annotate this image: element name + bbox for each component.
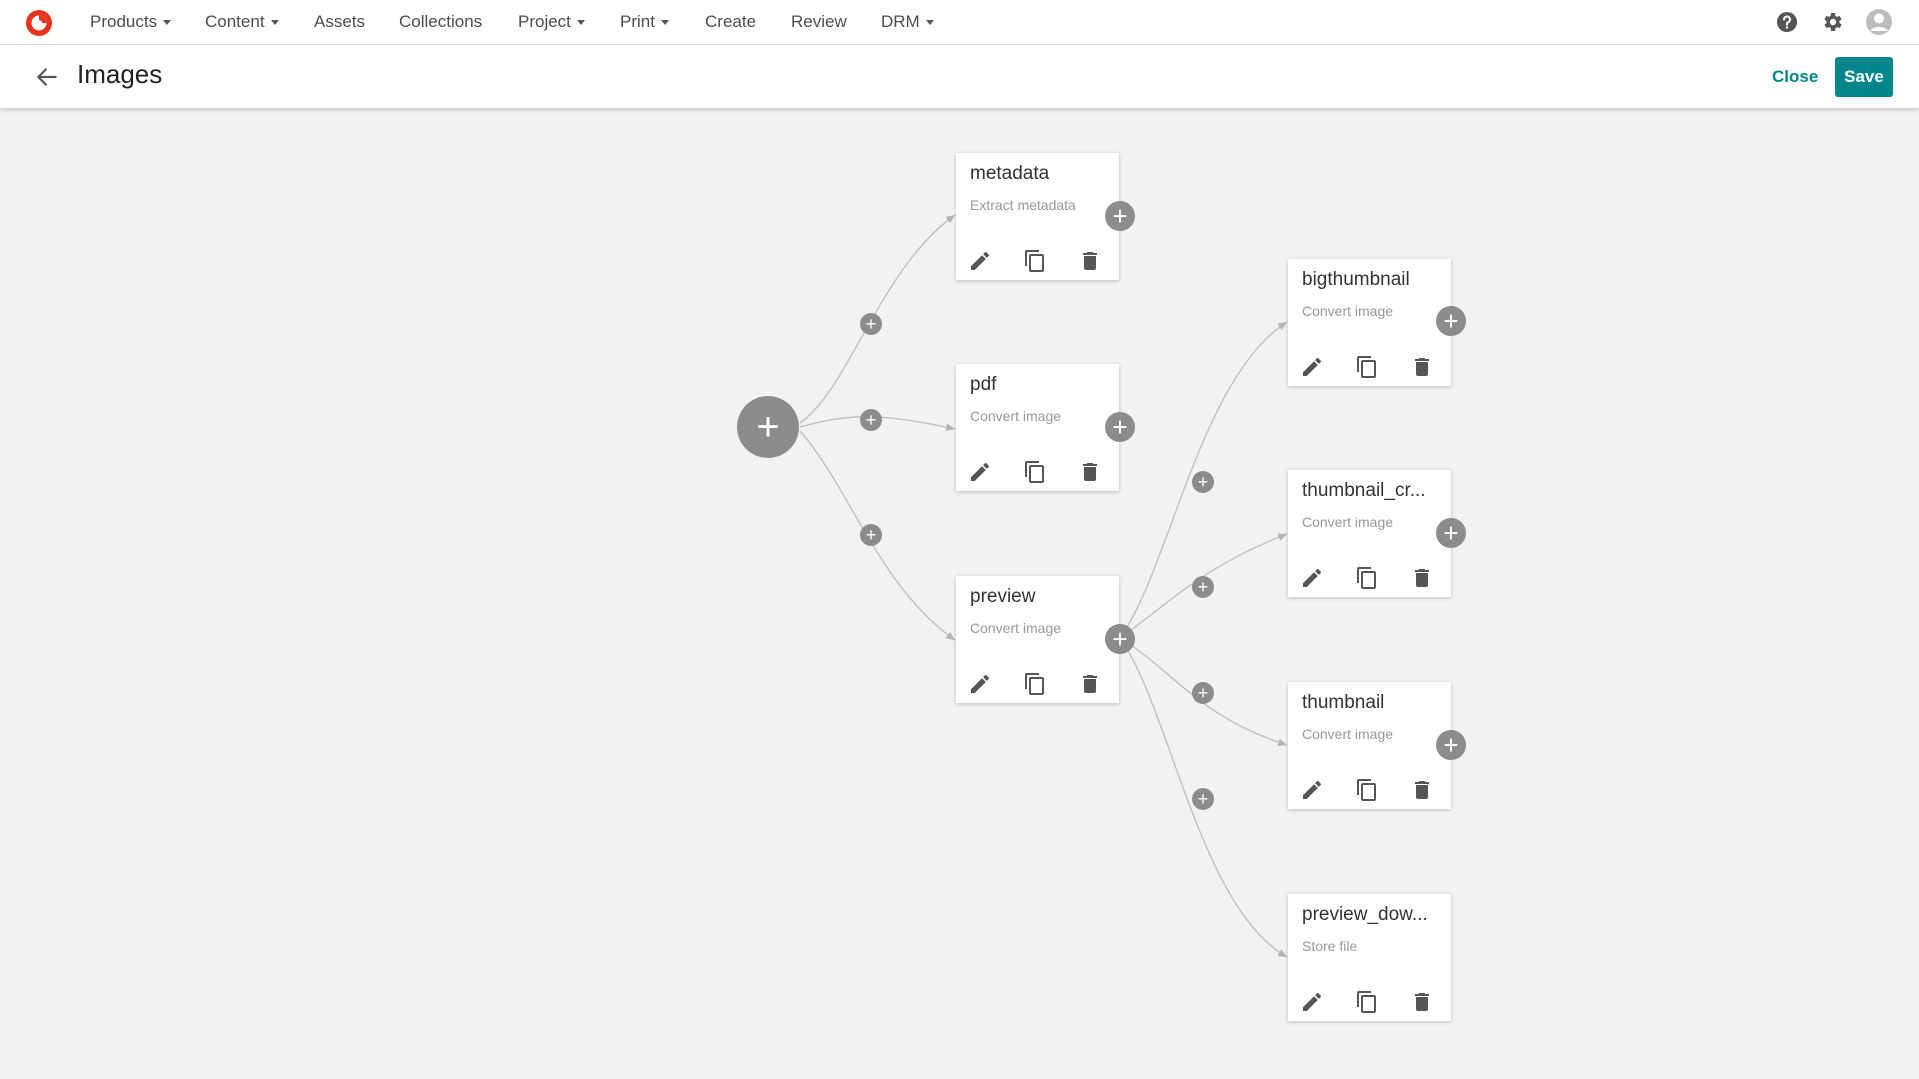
delete-icon[interactable]	[1410, 566, 1434, 590]
edit-icon[interactable]	[968, 460, 992, 484]
node-add-button[interactable]: +	[1436, 518, 1466, 548]
nav-drm[interactable]: DRM	[881, 12, 934, 32]
edge-add-button[interactable]: +	[1192, 576, 1214, 598]
nav-drm-label: DRM	[881, 12, 920, 31]
nav-print-label: Print	[620, 12, 655, 31]
root-add-button[interactable]: +	[737, 396, 799, 458]
node-subtitle: Extract metadata	[970, 197, 1076, 213]
edit-icon[interactable]	[968, 249, 992, 273]
close-button[interactable]: Close	[1772, 67, 1818, 87]
node-title: preview_dow...	[1302, 904, 1428, 925]
copy-icon[interactable]	[1355, 566, 1379, 590]
node-add-button[interactable]: +	[1436, 306, 1466, 336]
node-subtitle: Convert image	[1302, 514, 1394, 530]
chevron-down-icon	[163, 20, 172, 26]
node-add-button[interactable]: +	[1436, 730, 1466, 760]
app-logo-icon[interactable]	[24, 8, 54, 38]
edit-icon[interactable]	[1300, 566, 1324, 590]
nav-create-label: Create	[705, 12, 757, 31]
nav-collections[interactable]: Collections	[399, 12, 482, 32]
delete-icon[interactable]	[1410, 355, 1434, 379]
workflow-node-preview-dow[interactable]: preview_dow... Store file	[1288, 894, 1451, 1021]
nav-collections-label: Collections	[399, 12, 483, 31]
edit-icon[interactable]	[1300, 778, 1324, 802]
workflow-canvas[interactable]: + + + + + + + + metadata Extract metadat…	[0, 108, 1919, 1079]
nav-products[interactable]: Products	[90, 12, 172, 32]
help-circle-icon[interactable]	[1775, 10, 1799, 34]
nav-project-label: Project	[518, 12, 571, 31]
node-title: thumbnail_cr...	[1302, 480, 1426, 501]
page-header: Images Close Save	[0, 45, 1919, 108]
workflow-node-preview[interactable]: preview Convert image	[956, 576, 1119, 703]
arrow-left-icon[interactable]	[34, 64, 60, 90]
edit-icon[interactable]	[1300, 355, 1324, 379]
copy-icon[interactable]	[1355, 355, 1379, 379]
nav-project[interactable]: Project	[518, 12, 585, 32]
chevron-down-icon	[576, 20, 585, 26]
nav-review[interactable]: Review	[791, 12, 847, 32]
delete-icon[interactable]	[1078, 460, 1102, 484]
node-title: preview	[970, 586, 1036, 607]
edge-add-button[interactable]: +	[860, 313, 882, 335]
copy-icon[interactable]	[1355, 778, 1379, 802]
nav-assets[interactable]: Assets	[314, 12, 365, 32]
nav-review-label: Review	[791, 12, 847, 31]
node-subtitle: Convert image	[1302, 303, 1394, 319]
nav-assets-label: Assets	[314, 12, 366, 31]
chevron-down-icon	[925, 20, 934, 26]
copy-icon[interactable]	[1355, 990, 1379, 1014]
workflow-node-metadata[interactable]: metadata Extract metadata	[956, 153, 1119, 280]
edit-icon[interactable]	[968, 672, 992, 696]
user-avatar-icon[interactable]	[1865, 8, 1893, 36]
workflow-node-thumbnail-cr[interactable]: thumbnail_cr... Convert image	[1288, 470, 1451, 597]
edge-add-button[interactable]: +	[1192, 471, 1214, 493]
nav-content[interactable]: Content	[205, 12, 279, 32]
node-add-button[interactable]: +	[1105, 624, 1135, 654]
node-title: pdf	[970, 374, 997, 395]
node-title: metadata	[970, 163, 1050, 184]
edit-icon[interactable]	[1300, 990, 1324, 1014]
edge-add-button[interactable]: +	[1192, 788, 1214, 810]
nav-print[interactable]: Print	[620, 12, 669, 32]
nav-content-label: Content	[205, 12, 265, 31]
delete-icon[interactable]	[1078, 672, 1102, 696]
copy-icon[interactable]	[1023, 249, 1047, 273]
node-title: bigthumbnail	[1302, 269, 1410, 290]
delete-icon[interactable]	[1410, 778, 1434, 802]
delete-icon[interactable]	[1078, 249, 1102, 273]
nav-products-label: Products	[90, 12, 158, 31]
workflow-node-thumbnail[interactable]: thumbnail Convert image	[1288, 682, 1451, 809]
node-add-button[interactable]: +	[1105, 412, 1135, 442]
nav-create[interactable]: Create	[705, 12, 756, 32]
node-subtitle: Convert image	[970, 620, 1062, 636]
node-subtitle: Convert image	[970, 408, 1062, 424]
copy-icon[interactable]	[1023, 460, 1047, 484]
page-title: Images	[77, 59, 163, 89]
gear-icon[interactable]	[1820, 10, 1844, 34]
node-subtitle: Store file	[1302, 938, 1358, 954]
top-navigation-bar: Products Content Assets Collections Proj…	[0, 0, 1919, 45]
delete-icon[interactable]	[1410, 990, 1434, 1014]
save-button[interactable]: Save	[1835, 57, 1893, 97]
edge-add-button[interactable]: +	[860, 409, 882, 431]
edge-add-button[interactable]: +	[860, 524, 882, 546]
node-title: thumbnail	[1302, 692, 1385, 713]
workflow-node-pdf[interactable]: pdf Convert image	[956, 364, 1119, 491]
chevron-down-icon	[270, 20, 279, 26]
node-add-button[interactable]: +	[1105, 201, 1135, 231]
edge-add-button[interactable]: +	[1192, 682, 1214, 704]
chevron-down-icon	[660, 20, 669, 26]
workflow-node-bigthumbnail[interactable]: bigthumbnail Convert image	[1288, 259, 1451, 386]
copy-icon[interactable]	[1023, 672, 1047, 696]
node-subtitle: Convert image	[1302, 726, 1394, 742]
